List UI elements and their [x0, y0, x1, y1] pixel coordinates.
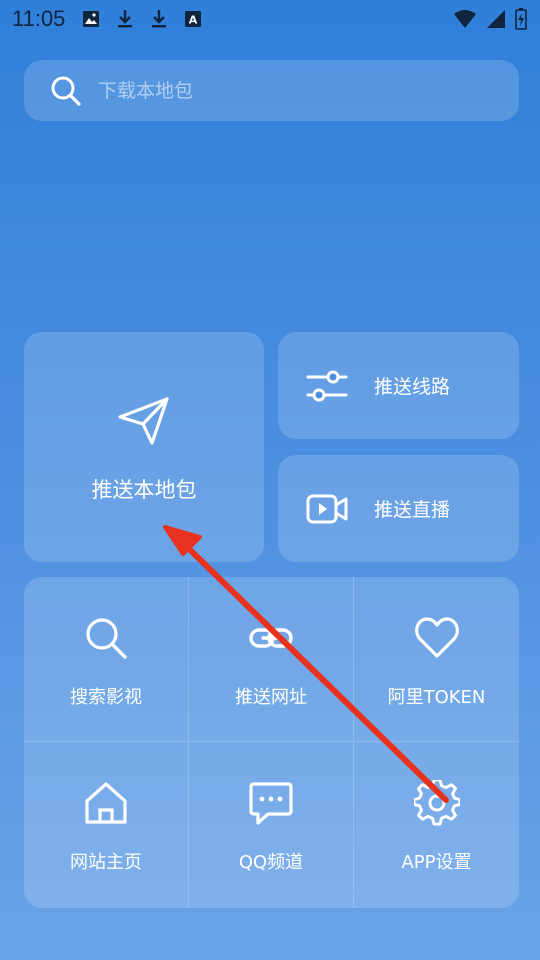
- annotation-arrow-head: [163, 525, 202, 556]
- annotation-arrow-line: [177, 537, 449, 803]
- annotation-arrow: [163, 525, 449, 803]
